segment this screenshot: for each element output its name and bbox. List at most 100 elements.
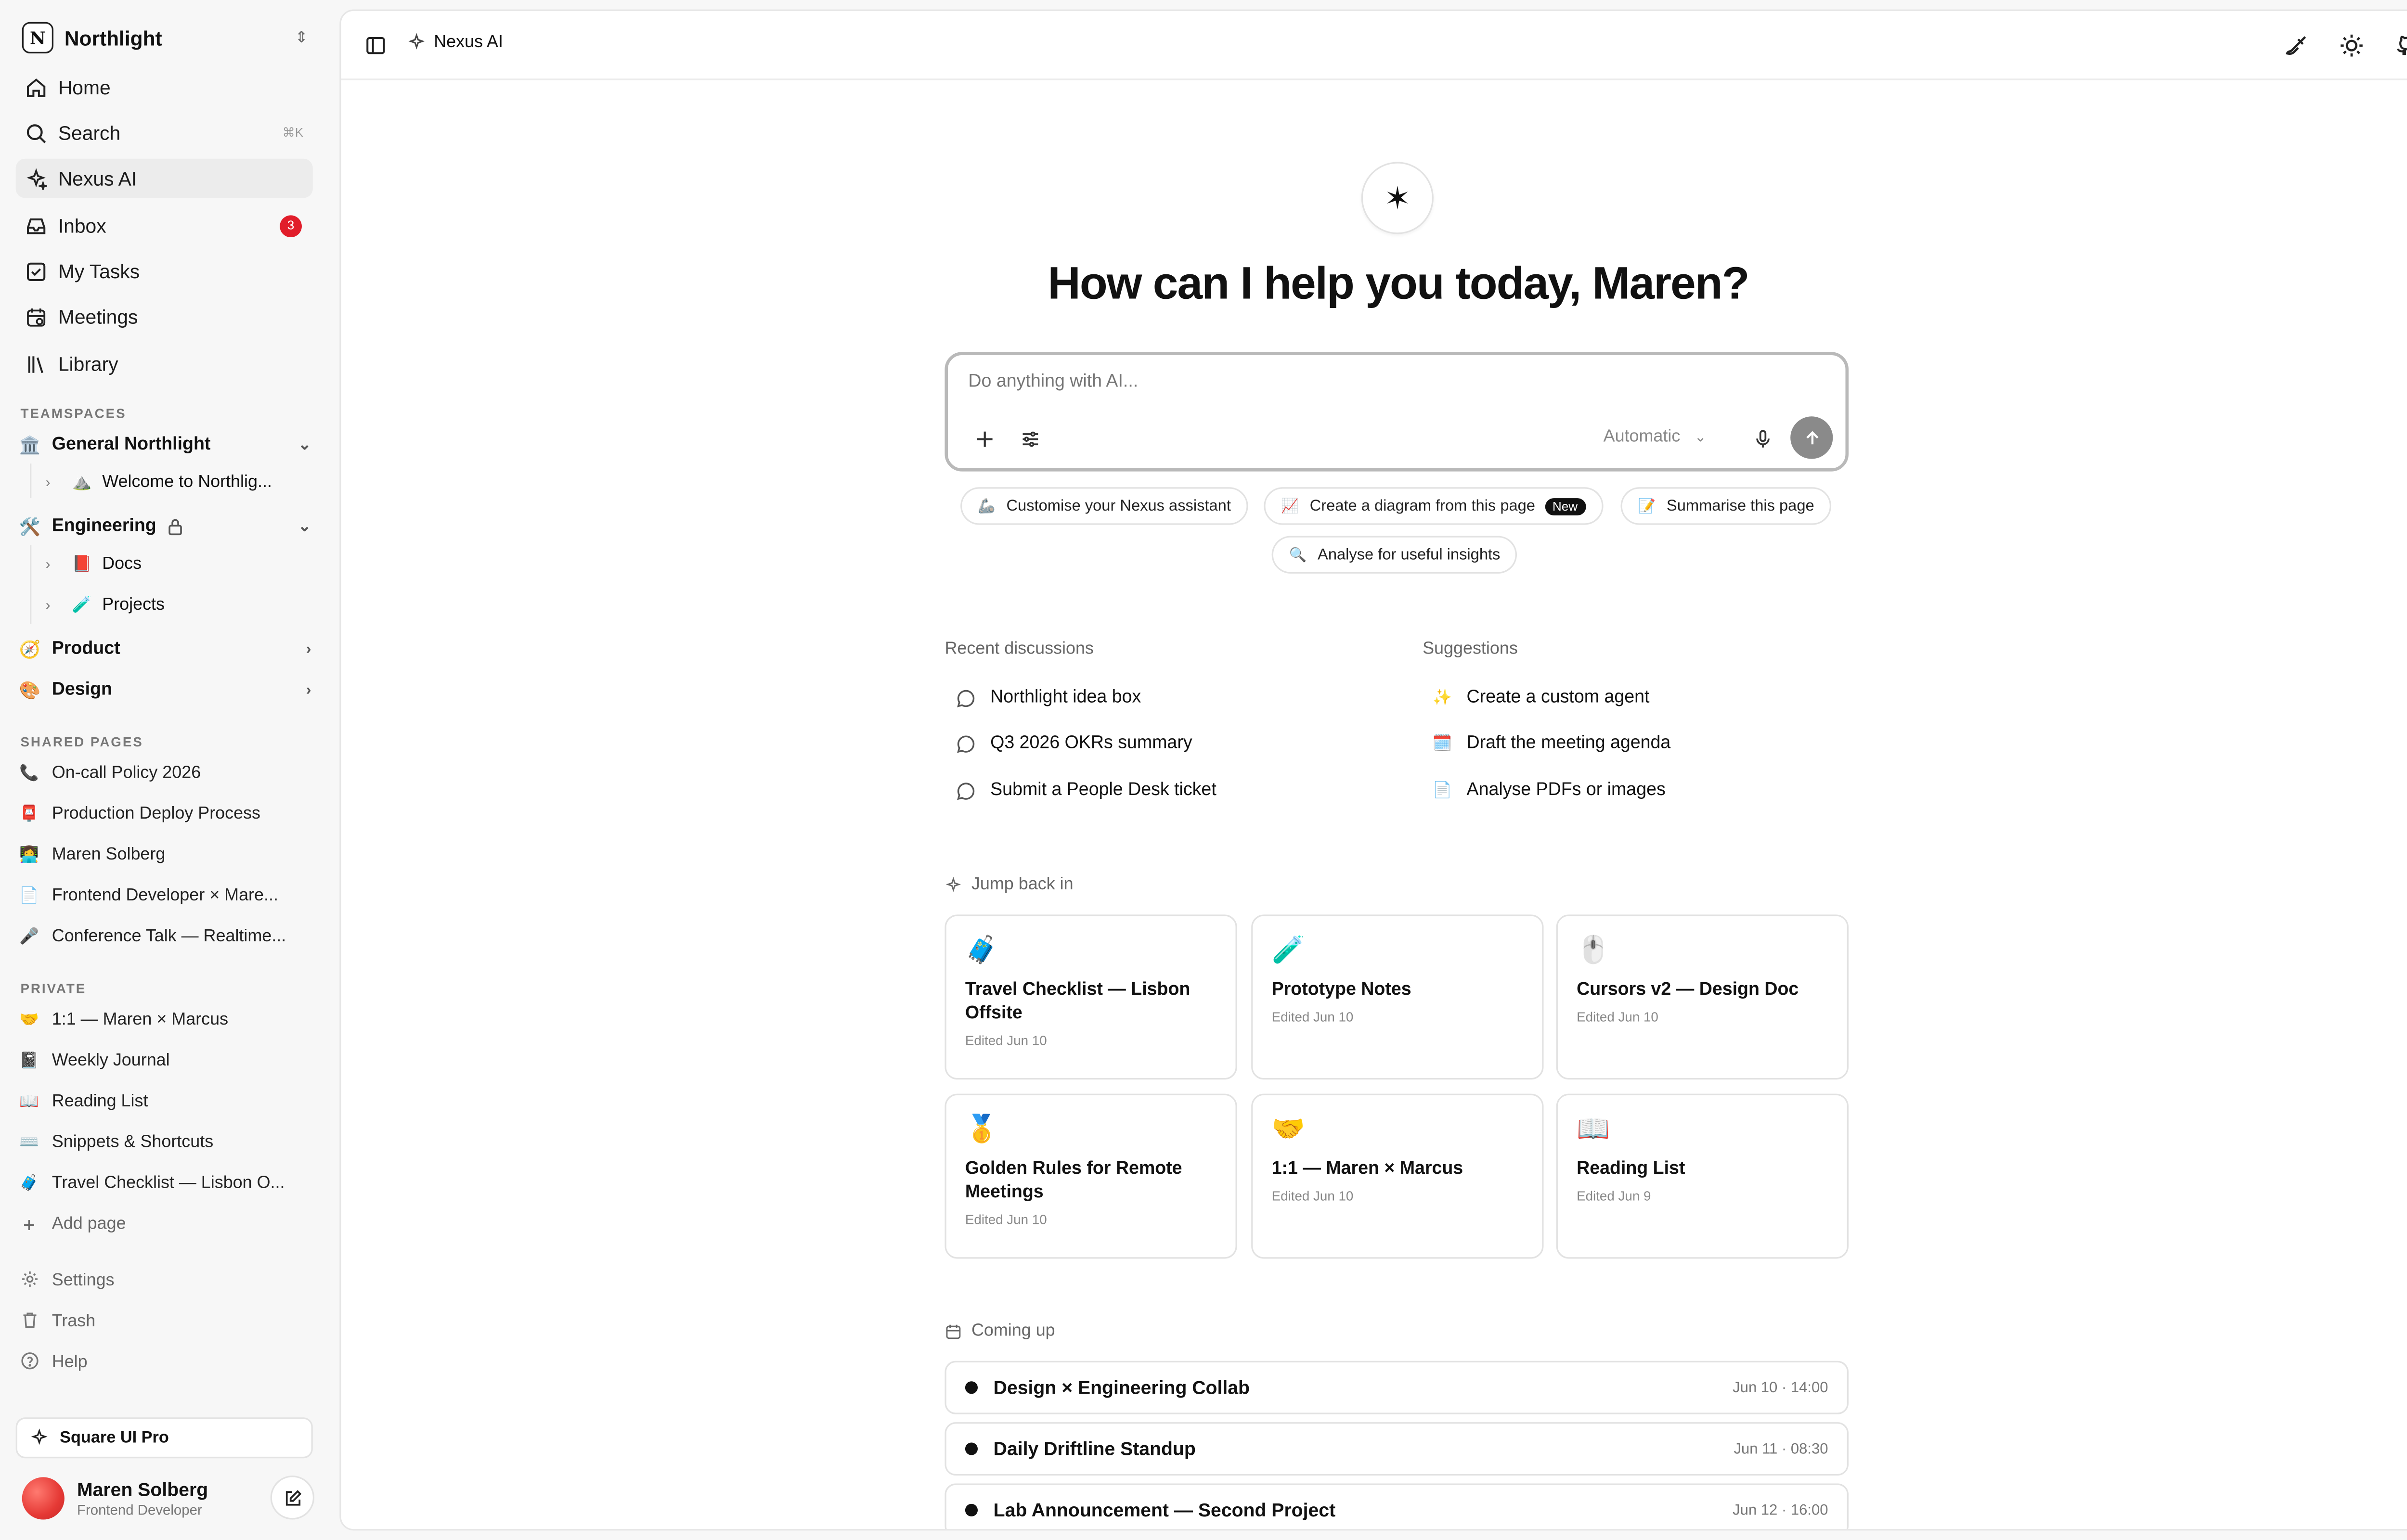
- shared-page-item[interactable]: 👩‍💻 Maren Solberg: [19, 837, 311, 872]
- event-row[interactable]: Design × Engineering Collab Jun 10 · 14:0…: [945, 1360, 1849, 1414]
- discussion-label: Northlight idea box: [990, 688, 1141, 707]
- page-label: Snippets & Shortcuts: [52, 1133, 214, 1152]
- suggestion-chip[interactable]: 📝 Summarise this page: [1620, 487, 1832, 525]
- add-page-button[interactable]: + Add page: [19, 1207, 311, 1242]
- ai-logo-icon: ✶: [1361, 162, 1434, 234]
- event-time: Jun 10 · 14:00: [1733, 1379, 1828, 1397]
- nav-item-my-tasks[interactable]: My Tasks: [16, 251, 313, 291]
- nav-item-search[interactable]: Search ⌘K: [16, 113, 313, 153]
- suggestions-heading: Suggestions: [1423, 639, 1518, 659]
- nav-item-home[interactable]: Home: [16, 67, 313, 107]
- subpage-welcome[interactable]: › ⛰️ Welcome to Northlig...: [46, 465, 313, 500]
- shared-pages-heading: SHARED PAGES: [20, 733, 143, 750]
- suggestion-chip[interactable]: 📈 Create a diagram from this page New: [1264, 487, 1603, 525]
- breadcrumb[interactable]: Nexus AI: [407, 33, 503, 52]
- recent-page-card[interactable]: 🥇 Golden Rules for Remote Meetings Edited …: [945, 1093, 1237, 1259]
- recent-page-card[interactable]: 🤝 1:1 — Maren × Marcus Edited Jun 10: [1251, 1093, 1544, 1259]
- new-badge: New: [1544, 497, 1586, 515]
- chevron-down-icon[interactable]: ⌄: [298, 518, 311, 535]
- private-page-item[interactable]: 📓 Weekly Journal: [19, 1043, 311, 1078]
- private-page-item[interactable]: ⌨️ Snippets & Shortcuts: [19, 1125, 311, 1160]
- github-icon[interactable]: [2394, 33, 2407, 58]
- developer-icon: 👩‍💻: [19, 846, 39, 864]
- page-label: On-call Policy 2026: [52, 763, 201, 783]
- nav-item-meetings[interactable]: Meetings: [16, 297, 313, 336]
- suggestion-item[interactable]: 🗓️ Draft the meeting agenda: [1432, 728, 1671, 759]
- chevron-updown-icon: ⇕: [295, 29, 308, 47]
- private-page-item[interactable]: 🤝 1:1 — Maren × Marcus: [19, 1002, 311, 1037]
- discussion-item[interactable]: Q3 2026 OKRs summary: [956, 728, 1192, 759]
- recent-page-card[interactable]: 🧪 Prototype Notes Edited Jun 10: [1251, 914, 1544, 1080]
- chat-bubble-icon: [956, 733, 976, 753]
- recent-page-card[interactable]: 🧳 Travel Checklist — Lisbon Offsite Edited…: [945, 914, 1237, 1080]
- inbox-icon: [25, 215, 47, 237]
- chevron-right-icon[interactable]: ›: [46, 556, 65, 572]
- model-select[interactable]: Automatic ⌄: [1604, 427, 1707, 446]
- chip-label: Create a diagram from this page: [1309, 497, 1535, 515]
- suggestion-chip[interactable]: 🦾 Customise your Nexus assistant: [960, 487, 1248, 525]
- settings-button[interactable]: [1014, 423, 1045, 454]
- ai-prompt-input[interactable]: [968, 372, 1817, 392]
- subpage-projects[interactable]: › 🧪 Projects: [46, 588, 313, 622]
- chevron-right-icon[interactable]: ›: [46, 597, 65, 613]
- teamspace-design[interactable]: 🎨 Design ›: [19, 673, 311, 707]
- workspace-switcher[interactable]: N Northlight ⇕: [22, 20, 308, 55]
- recent-page-card[interactable]: 🖱️ Cursors v2 — Design Doc Edited Jun 10: [1556, 914, 1849, 1080]
- shared-page-item[interactable]: 📞 On-call Policy 2026: [19, 756, 311, 791]
- attach-button[interactable]: [968, 423, 999, 454]
- chevron-right-icon[interactable]: ›: [46, 475, 65, 490]
- gear-icon: [19, 1269, 39, 1293]
- card-title: Travel Checklist — Lisbon Offsite: [965, 980, 1191, 1023]
- sun-icon[interactable]: [2339, 33, 2364, 58]
- suggestion-item[interactable]: ✨ Create a custom agent: [1432, 682, 1650, 713]
- teamspace-product[interactable]: 🧭 Product ›: [19, 632, 311, 667]
- discussion-item[interactable]: Submit a People Desk ticket: [956, 775, 1216, 806]
- private-page-item[interactable]: 🧳 Travel Checklist — Lisbon O...: [19, 1166, 311, 1201]
- event-row[interactable]: Daily Driftline Standup Jun 11 · 08:30: [945, 1422, 1849, 1476]
- mountain-icon: ⛰️: [72, 474, 92, 491]
- tools-icon: 🛠️: [19, 517, 41, 537]
- settings-link[interactable]: Settings: [19, 1263, 311, 1298]
- teamspace-engineering[interactable]: 🛠️ Engineering ⌄: [19, 509, 311, 544]
- avatar[interactable]: [22, 1476, 65, 1519]
- send-button[interactable]: [1790, 416, 1833, 459]
- card-edited: Edited Jun 10: [1271, 1188, 1354, 1204]
- suggestion-chip[interactable]: 🔍 Analyse for useful insights: [1271, 536, 1518, 574]
- sidebar-toggle-icon[interactable]: [365, 35, 387, 57]
- chevron-right-icon[interactable]: ›: [306, 681, 311, 699]
- nav-item-library[interactable]: Library: [16, 344, 313, 384]
- discussion-item[interactable]: Northlight idea box: [956, 682, 1141, 713]
- card-title: Cursors v2 — Design Doc: [1577, 980, 1799, 1000]
- trash-link[interactable]: Trash: [19, 1304, 311, 1339]
- paintbrush-icon[interactable]: [2284, 33, 2309, 58]
- nav-item-nexus-ai[interactable]: Nexus AI: [15, 158, 313, 198]
- shared-page-item[interactable]: 📮 Production Deploy Process: [19, 797, 311, 832]
- suggestion-item[interactable]: 📄 Analyse PDFs or images: [1432, 775, 1666, 806]
- sparkles-icon: [408, 33, 425, 50]
- event-dot: [965, 1381, 978, 1394]
- teamspace-general[interactable]: 🏛️ General Northlight ⌄: [19, 427, 311, 462]
- shared-page-item[interactable]: 📄 Frontend Developer × Mare...: [19, 878, 311, 913]
- help-link[interactable]: Help: [19, 1345, 311, 1380]
- chevron-down-icon: ⌄: [1694, 428, 1707, 444]
- voice-button[interactable]: [1747, 423, 1778, 454]
- user-name: Maren Solberg: [77, 1478, 208, 1500]
- tree-line: [30, 545, 32, 624]
- subpage-docs[interactable]: › 📕 Docs: [46, 547, 313, 581]
- private-page-item[interactable]: 📖 Reading List: [19, 1084, 311, 1119]
- new-page-button[interactable]: [270, 1476, 315, 1520]
- shared-page-item[interactable]: 🎤 Conference Talk — Realtime...: [19, 919, 311, 954]
- help-label: Help: [52, 1353, 88, 1372]
- lock-icon: [168, 517, 185, 536]
- upgrade-button[interactable]: Square UI Pro: [15, 1417, 313, 1459]
- chevron-down-icon[interactable]: ⌄: [298, 436, 311, 453]
- event-row[interactable]: Lab Announcement — Second Project Jun 12 …: [945, 1483, 1849, 1529]
- user-profile[interactable]: Maren Solberg Frontend Developer: [22, 1474, 315, 1521]
- add-page-label: Add page: [52, 1215, 126, 1234]
- nav-item-inbox[interactable]: Inbox 3: [16, 206, 313, 245]
- mailbox-icon: 📮: [19, 805, 39, 823]
- microphone-icon: [1755, 429, 1769, 447]
- chevron-right-icon[interactable]: ›: [306, 641, 311, 658]
- card-edited: Edited Jun 10: [1271, 1009, 1354, 1025]
- recent-page-card[interactable]: 📖 Reading List Edited Jun 9: [1556, 1093, 1849, 1259]
